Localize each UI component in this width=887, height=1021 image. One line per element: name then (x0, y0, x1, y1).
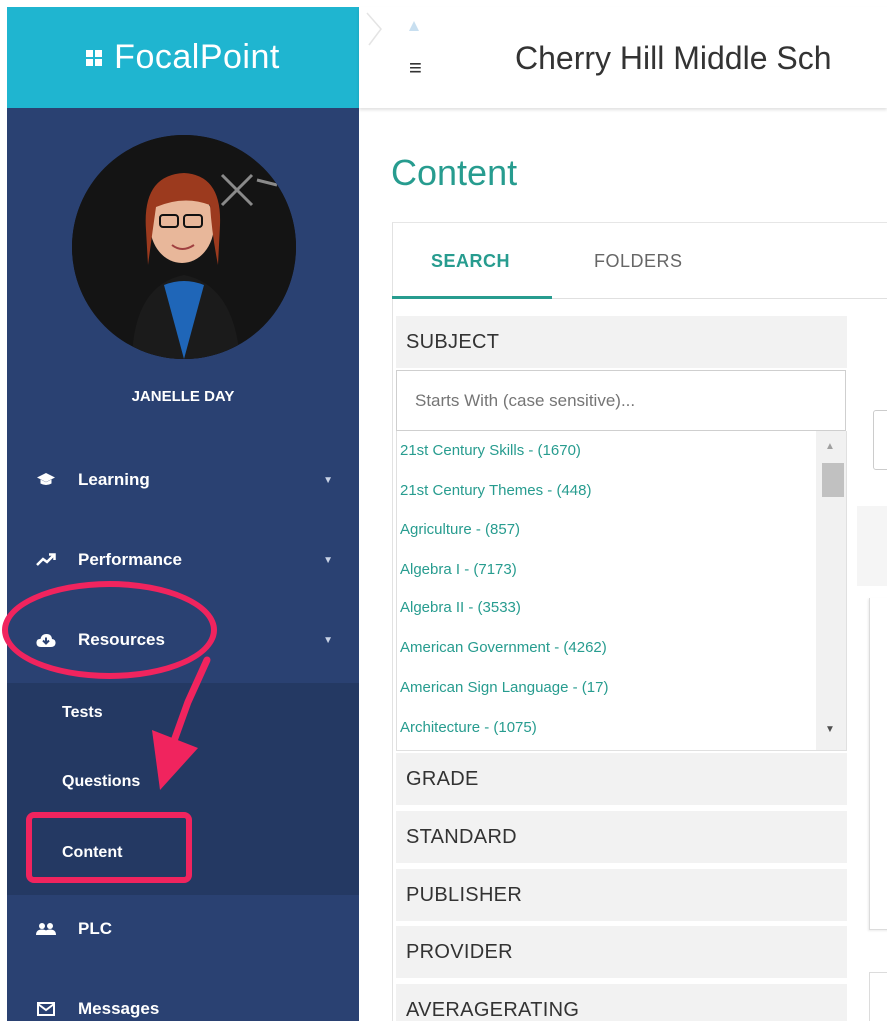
sidebar-item-label: Learning (78, 470, 150, 489)
partial-input[interactable] (873, 410, 887, 470)
partial-header (857, 506, 887, 586)
highlight-ellipse (2, 581, 217, 679)
sidebar-item-learning[interactable]: Learning ▼ (7, 450, 359, 510)
sidebar-item-label: Messages (78, 999, 160, 1018)
chevron-down-icon: ▼ (323, 474, 333, 486)
hamburger-menu-icon[interactable]: ≡ (409, 55, 422, 81)
facet-standard[interactable]: STANDARD (396, 811, 847, 865)
school-name: Cherry Hill Middle Sch (515, 40, 832, 76)
highlight-rectangle (26, 812, 192, 883)
subject-list: 21st Century Skills - (1670) 21st Centur… (396, 431, 847, 751)
logo-icon (86, 49, 103, 66)
graduation-cap-icon (34, 472, 58, 488)
tab-bar: SEARCH FOLDERS (392, 223, 887, 299)
facet-grade[interactable]: GRADE (396, 753, 847, 807)
active-tab-indicator (392, 296, 552, 299)
partial-results-card (869, 598, 887, 930)
subject-list-item[interactable]: Algebra II - (3533) (400, 599, 521, 616)
sidebar-item-label: Performance (78, 550, 182, 569)
subject-list-item[interactable]: Agriculture - (857) (400, 521, 520, 538)
top-header: ≡ Cherry Hill Middle Sch (359, 7, 887, 108)
partial-card (869, 972, 887, 1021)
avatar[interactable] (72, 135, 296, 359)
subject-list-item[interactable]: American Government - (4262) (400, 639, 607, 656)
users-icon (34, 922, 58, 936)
facet-averagerating[interactable]: AVERAGERATING (396, 984, 847, 1021)
subject-list-item[interactable]: 21st Century Skills - (1670) (400, 442, 581, 459)
subject-list-item[interactable]: 21st Century Themes - (448) (400, 482, 591, 499)
page-title: Content (391, 152, 518, 193)
facet-publisher[interactable]: PUBLISHER (396, 869, 847, 923)
facet-provider[interactable]: PROVIDER (396, 926, 847, 980)
subject-list-item[interactable]: Algebra I - (7173) (400, 561, 517, 578)
scroll-up-arrow-icon[interactable]: ▲ (825, 441, 835, 452)
sidebar-subitem-questions[interactable]: Questions (62, 773, 140, 791)
sidebar-item-label: PLC (78, 919, 112, 938)
sidebar-subitem-tests[interactable]: Tests (62, 704, 103, 722)
sidebar-item-messages[interactable]: Messages (7, 979, 359, 1021)
user-name: JANELLE DAY (131, 388, 235, 405)
tab-search[interactable]: SEARCH (431, 251, 510, 272)
logo-text: FocalPoint (114, 38, 280, 76)
scroll-thumb[interactable] (822, 463, 844, 497)
chevron-down-icon: ▼ (323, 634, 333, 646)
trend-line-icon (34, 553, 58, 567)
tab-folders[interactable]: FOLDERS (594, 251, 683, 272)
envelope-icon (34, 1002, 58, 1016)
sidebar-item-performance[interactable]: Performance ▼ (7, 530, 359, 590)
avatar-photo (72, 135, 296, 359)
scroll-down-arrow-icon[interactable]: ▼ (825, 724, 835, 735)
subject-list-item[interactable]: Architecture - (1075) (400, 719, 537, 736)
logo[interactable]: FocalPoint (7, 7, 359, 108)
subject-search-input[interactable] (396, 370, 846, 431)
sidebar-item-plc[interactable]: PLC (7, 899, 359, 959)
subject-list-item[interactable]: American Sign Language - (17) (400, 679, 608, 696)
facet-subject-header[interactable]: SUBJECT (396, 316, 847, 370)
chevron-down-icon: ▼ (323, 554, 333, 566)
subject-list-scrollbar[interactable]: ▲ ▼ (816, 431, 846, 750)
